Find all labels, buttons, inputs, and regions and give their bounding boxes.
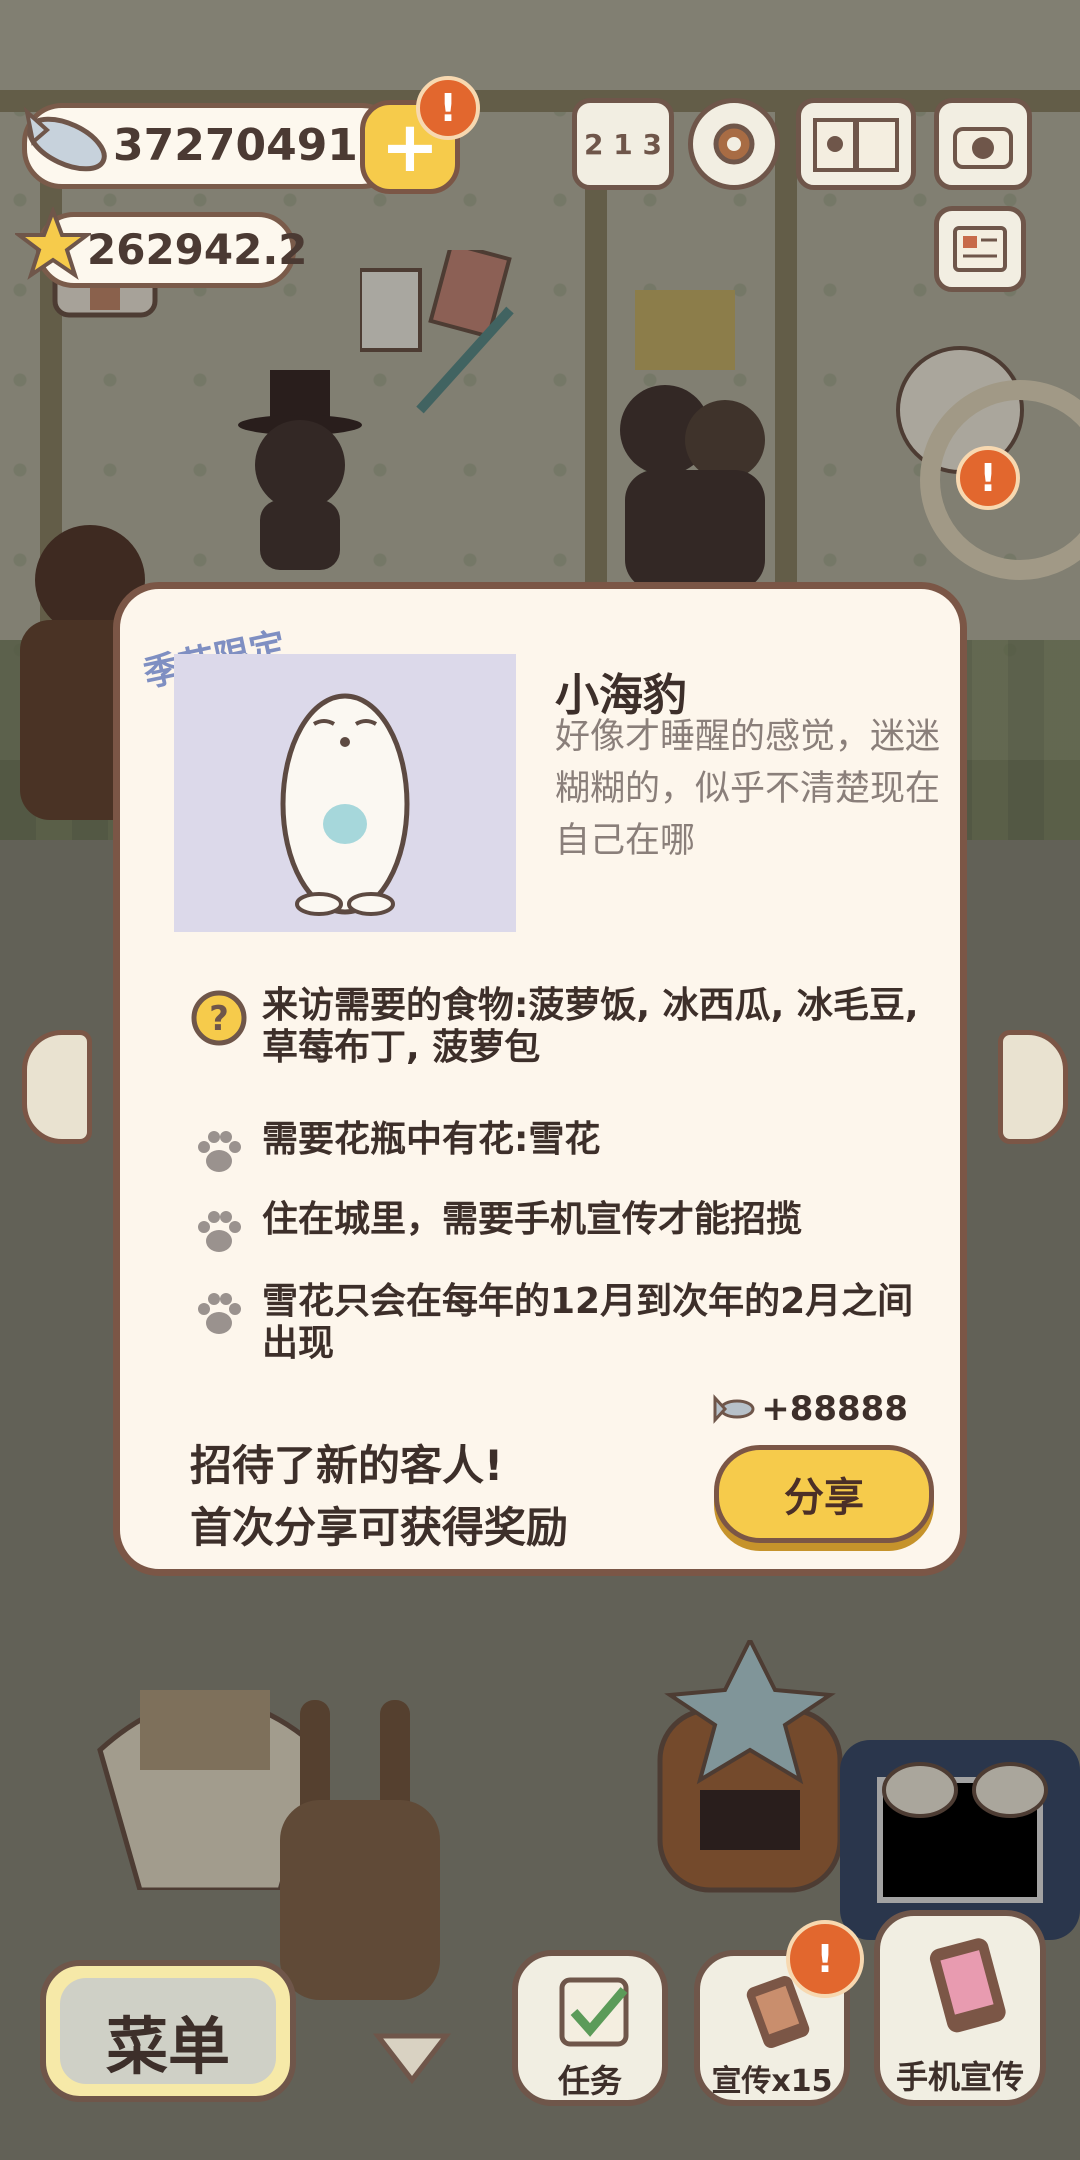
- visitor-dialog: 季节限定 小海豹 好像才睡醒的感觉，迷迷糊糊的，似乎不清楚现在自己在哪 ? 来访…: [113, 582, 967, 1576]
- paw-icon: [190, 1123, 248, 1181]
- paw-icon: [190, 1285, 248, 1343]
- phone-promo-label: 手机宣传: [895, 2058, 1024, 2096]
- fish-counter: 372704919: [22, 103, 402, 189]
- share-prompt-line2: 首次分享可获得奖励: [190, 1503, 569, 1552]
- ranking-button[interactable]: 2 1 3: [572, 98, 674, 190]
- reward-amount: +88888: [761, 1389, 908, 1429]
- share-prompt-line1: 招待了新的客人!: [190, 1441, 504, 1490]
- book-icon: [813, 118, 899, 172]
- star-counter: 262942.2: [15, 207, 308, 288]
- cat-alert-badge: !: [956, 446, 1020, 510]
- visitor-portrait: [174, 654, 516, 932]
- prev-arrow[interactable]: [22, 1030, 92, 1144]
- share-reward: +88888: [713, 1389, 908, 1429]
- settings-button[interactable]: [688, 98, 780, 190]
- star-icon: [15, 207, 91, 280]
- promo-label: 宣传x15: [711, 2064, 833, 2099]
- newspaper-button[interactable]: [934, 206, 1026, 292]
- newspaper-icon: [953, 226, 1007, 272]
- collapse-arrow[interactable]: [372, 2030, 452, 2086]
- fish-count: 372704919: [113, 120, 389, 171]
- menu-button[interactable]: 菜单: [40, 1960, 296, 2102]
- task-button[interactable]: 任务: [512, 1950, 668, 2106]
- task-label: 任务: [557, 2062, 622, 2100]
- paw-icon: [190, 1203, 248, 1261]
- requirement-flower: 需要花瓶中有花:雪花: [192, 1119, 932, 1172]
- requirement-text: 需要花瓶中有花:雪花: [262, 1119, 601, 1160]
- gear-icon: [713, 123, 755, 165]
- share-button[interactable]: 分享: [714, 1445, 934, 1543]
- requirement-text: 雪花只会在每年的12月到次年的2月之间出现: [262, 1281, 914, 1364]
- visitor-description: 好像才睡醒的感觉，迷迷糊糊的，似乎不清楚现在自己在哪: [555, 717, 941, 861]
- alert-badge: !: [416, 76, 480, 140]
- checklist-icon: [559, 1977, 629, 2047]
- question-icon: ?: [190, 989, 248, 1047]
- fish-icon: [713, 1394, 755, 1424]
- next-arrow[interactable]: [998, 1030, 1068, 1144]
- star-count: 262942.2: [87, 225, 308, 274]
- share-prompt: 招待了新的客人! 首次分享可获得奖励: [190, 1435, 568, 1559]
- promo-alert-badge: !: [786, 1920, 864, 1998]
- fish-icon: [23, 106, 107, 172]
- seal-illustration: [280, 693, 410, 916]
- camera-icon: [953, 127, 1013, 169]
- requirement-text: 来访需要的食物:菠萝饭, 冰西瓜, 冰毛豆, 草莓布丁, 菠萝包: [262, 985, 919, 1068]
- svg-text:?: ?: [209, 999, 229, 1039]
- smartphone-icon: [929, 1938, 1006, 2033]
- requirement-food: ? 来访需要的食物:菠萝饭, 冰西瓜, 冰毛豆, 草莓布丁, 菠萝包: [190, 985, 932, 1075]
- phone-promo-button[interactable]: 手机宣传: [874, 1910, 1046, 2106]
- requirement-text: 住在城里，需要手机宣传才能招揽: [262, 1199, 803, 1240]
- camera-button[interactable]: [934, 98, 1032, 190]
- requirement-city: 住在城里，需要手机宣传才能招揽: [192, 1199, 932, 1252]
- requirement-season: 雪花只会在每年的12月到次年的2月之间出现: [192, 1281, 932, 1371]
- ranking-icon: 2 1 3: [584, 127, 662, 161]
- menu-label: 菜单: [105, 2010, 230, 2083]
- catalog-button[interactable]: [796, 98, 916, 190]
